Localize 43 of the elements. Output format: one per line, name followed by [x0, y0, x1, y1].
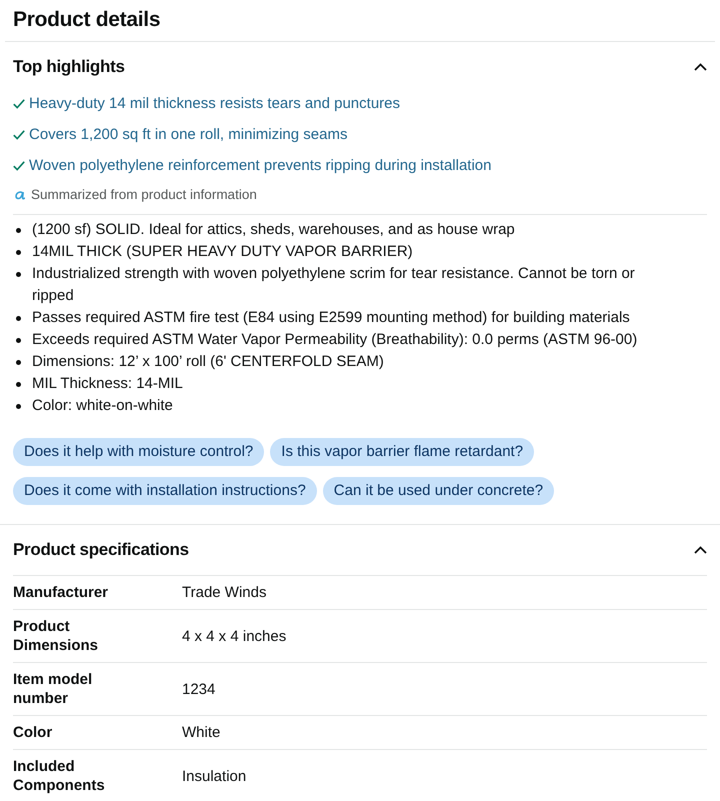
question-chip[interactable]: Does it come with installation instructions? — [13, 477, 317, 505]
chevron-icon — [694, 546, 706, 554]
bullet-icon — [16, 404, 21, 409]
spec-label: Manufacturer — [13, 583, 110, 602]
checkmark-icon — [13, 99, 25, 109]
highlight-text: Covers 1,200 sq ft in one roll, minimizing seams — [29, 125, 348, 145]
checkmark-icon — [13, 130, 25, 140]
question-chip[interactable]: Can it be used under concrete? — [322, 477, 554, 505]
spec-value: 4 x 4 x 4 inches — [182, 626, 288, 646]
bullet-text: Exceeds required ASTM Water Vapor Permeability (Breathability): 0.0 perms (ASTM 96-00) — [32, 330, 638, 350]
bullet-text: Passes required ASTM fire test (E84 using E2599 mounting method) for building materials — [32, 308, 631, 328]
section-heading: Top highlights — [13, 56, 125, 78]
section-heading: Product specifications — [13, 539, 189, 561]
bullet-text: Industrialized strength with woven polyethylene scrim for tear resistance. Cannot be torn or ripped — [32, 264, 636, 306]
bullet-icon — [16, 360, 21, 365]
page-title: Product details — [13, 7, 162, 33]
spec-value: White — [182, 723, 222, 742]
checkmark-icon — [13, 161, 25, 171]
bullet-text: MIL Thickness: 14-MIL — [32, 374, 184, 394]
spec-value: Trade Winds — [182, 583, 268, 602]
bullet-icon — [16, 228, 21, 233]
swirl-icon — [15, 190, 25, 200]
bullet-icon — [16, 272, 21, 277]
bullet-text: 14MIL THICK (SUPER HEAVY DUTY VAPOR BARRIER) — [32, 242, 414, 262]
highlight-text: Heavy-duty 14 mil thickness resists tears and punctures — [29, 94, 400, 114]
bullet-icon — [16, 382, 21, 387]
spec-label: Item model number — [13, 670, 94, 708]
bullet-icon — [16, 338, 21, 343]
bullet-icon — [16, 250, 21, 255]
bullet-icon — [16, 316, 21, 321]
bullet-text: (1200 sf) SOLID. Ideal for attics, sheds, warehouses, and as house wrap — [32, 220, 516, 240]
summary-note: Summarized from product information — [31, 186, 257, 204]
question-chip[interactable]: Does it help with moisture control? — [13, 438, 264, 466]
chevron-icon — [694, 63, 706, 71]
question-chip[interactable]: Is this vapor barrier flame retardant? — [270, 438, 534, 466]
spec-label: Color — [13, 723, 54, 742]
highlight-text: Woven polyethylene reinforcement prevents ripping during installation — [29, 156, 492, 176]
spec-label: Included Components — [13, 757, 106, 795]
bullet-text: Dimensions: 12’ x 100’ roll (6' CENTERFOLD SEAM) — [32, 352, 385, 372]
bullet-text: Color: white-on-white — [32, 396, 174, 416]
spec-value: 1234 — [182, 680, 216, 698]
spec-label: Product Dimensions — [13, 617, 100, 655]
spec-value: Insulation — [182, 766, 248, 786]
